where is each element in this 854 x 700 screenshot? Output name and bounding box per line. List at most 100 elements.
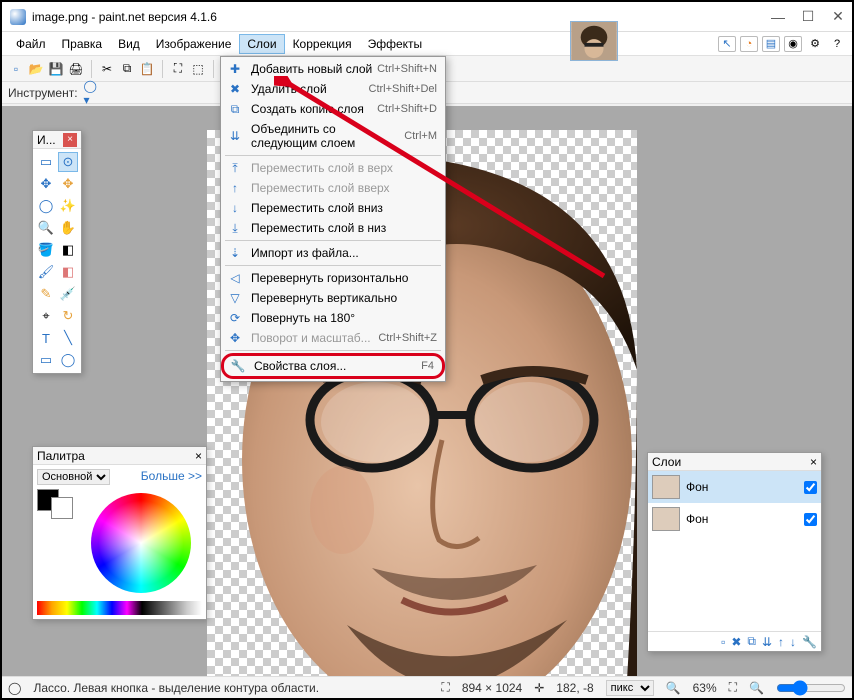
layer-name: Фон [686,480,798,494]
menu-item[interactable]: ✚Добавить новый слойCtrl+Shift+N [221,59,445,79]
tool-rectangle[interactable]: ▭ [36,350,56,370]
tool-eraser[interactable]: ◧ [58,262,78,282]
layer-delete-icon[interactable]: ✖ [731,635,741,649]
layer-row[interactable]: Фон [648,471,821,503]
print-icon[interactable]: 🖨 [68,61,84,77]
layers-close-button[interactable]: × [810,455,817,468]
layers-panel: Слои × Фон Фон ▫ ✖ ⧉ ⇊ ↑ ↓ 🔧 [647,452,822,652]
tool-shapes[interactable]: ◯ [58,350,78,370]
tool-brush[interactable]: 🖌 [36,262,56,282]
tool-line[interactable]: ╲ [58,328,78,348]
color-strip[interactable] [37,601,202,615]
tool-zoom[interactable]: 🔍 [36,218,56,238]
menu-item[interactable]: 🔧Свойства слоя...F4 [221,353,445,379]
zoom-fit-icon[interactable]: ⛶ [729,680,737,695]
open-icon[interactable]: 📂 [28,61,44,77]
color-wheel[interactable] [91,493,191,593]
history-panel-toggle[interactable]: ◔ [740,36,758,52]
layers-panel-toggle[interactable]: ▤ [762,36,780,52]
layer-duplicate-icon[interactable]: ⧉ [747,634,756,649]
tool-pencil[interactable]: ✎ [36,284,56,304]
layers-title: Слои [652,455,681,468]
menu-item-icon: ⟳ [227,311,243,325]
menu-item-label: Переместить слой в верх [251,161,437,175]
tool-ellipse-select[interactable]: ◯ [36,196,56,216]
tool-lasso[interactable]: ⊙ [58,152,78,172]
menu-edit[interactable]: Правка [54,34,111,54]
layer-row[interactable]: Фон [648,503,821,535]
deselect-icon[interactable]: ⬚ [190,61,206,77]
zoom-slider[interactable] [776,680,846,696]
menu-item[interactable]: ↓Переместить слой вниз [221,198,445,218]
tools-panel-toggle[interactable]: ↖ [718,36,736,52]
tool-move[interactable]: ✥ [36,174,56,194]
menu-item[interactable]: ⟳Повернуть на 180° [221,308,445,328]
current-tool-icon[interactable]: ◯ ▾ [84,85,100,101]
tool-fill[interactable]: 🪣 [36,240,56,260]
save-icon[interactable]: 💾 [48,61,64,77]
menu-item[interactable]: ▽Перевернуть вертикально [221,288,445,308]
status-dimensions: 894 × 1024 [462,681,522,695]
help-button[interactable]: ? [828,36,846,52]
window-title: image.png - paint.net версия 4.1.6 [32,10,772,24]
tool-text[interactable]: T [36,328,56,348]
menu-item-label: Перевернуть горизонтально [251,271,437,285]
menu-item-label: Переместить слой в низ [251,221,437,235]
menu-item[interactable]: ⤓Переместить слой в низ [221,218,445,238]
tool-clone[interactable]: ⌖ [36,306,56,326]
zoom-in-icon[interactable]: 🔍 [749,681,764,695]
colors-panel-toggle[interactable]: ◉ [784,36,802,52]
document-thumbnail[interactable] [570,21,618,61]
menu-item[interactable]: ⇊Объединить со следующим слоемCtrl+M [221,119,445,153]
status-cursor: 182, -8 [556,681,593,695]
minimize-button[interactable]: — [772,11,784,23]
tool-picker[interactable]: 💉 [58,284,78,304]
menu-item[interactable]: ◁ Перевернуть горизонтально [221,268,445,288]
layer-visibility-checkbox[interactable] [804,513,817,526]
tools-close-button[interactable]: × [63,133,77,147]
cut-icon[interactable]: ✂ [99,61,115,77]
menu-item-shortcut: F4 [421,360,434,372]
paste-icon[interactable]: 📋 [139,61,155,77]
tool-recolor[interactable]: ↻ [58,306,78,326]
color-mode-select[interactable]: Основной [37,469,110,485]
color-swatches[interactable] [37,489,73,597]
menu-item[interactable]: ✖Удалить слойCtrl+Shift+Del [221,79,445,99]
menu-item-icon: ✥ [227,331,243,345]
tool-gradient[interactable]: ◧ [58,240,78,260]
menu-item-icon: ◁ [227,271,243,285]
settings-button[interactable]: ⚙ [806,36,824,52]
menu-item-label: Переместить слой вниз [251,201,437,215]
layer-visibility-checkbox[interactable] [804,481,817,494]
layer-add-icon[interactable]: ▫ [721,635,725,649]
menu-item[interactable]: ⧉Создать копию слояCtrl+Shift+D [221,99,445,119]
menu-effects[interactable]: Эффекты [360,34,431,54]
layer-down-icon[interactable]: ↓ [790,635,796,649]
units-select[interactable]: пикс [606,680,654,696]
menu-correction[interactable]: Коррекция [285,34,360,54]
tool-magic-wand[interactable]: ✨ [58,196,78,216]
zoom-out-icon[interactable]: 🔍 [666,681,681,695]
menu-image[interactable]: Изображение [148,34,240,54]
layer-props-icon[interactable]: 🔧 [802,635,817,649]
maximize-button[interactable]: ☐ [802,11,814,23]
layer-thumbnail [652,507,680,531]
layer-merge-icon[interactable]: ⇊ [762,635,772,649]
menu-layers[interactable]: Слои [239,34,284,54]
tool-rect-select[interactable]: ▭ [36,152,56,172]
menu-item-icon: ⧉ [227,102,243,117]
menu-item[interactable]: ⇣Импорт из файла... [221,243,445,263]
new-icon[interactable]: ▫ [8,61,24,77]
copy-icon[interactable]: ⧉ [119,61,135,77]
layer-up-icon[interactable]: ↑ [778,635,784,649]
menu-file[interactable]: Файл [8,34,54,54]
crop-icon[interactable]: ⛶ [170,61,186,77]
tool-pan[interactable]: ✋ [58,218,78,238]
menu-view[interactable]: Вид [110,34,148,54]
close-button[interactable]: ✕ [832,11,844,23]
menu-item-icon: ⇣ [227,246,243,260]
palette-close-button[interactable]: × [195,449,202,462]
tool-move-selection[interactable]: ✥ [58,174,78,194]
palette-more-button[interactable]: Больше >> [141,469,202,485]
app-icon [10,9,26,25]
